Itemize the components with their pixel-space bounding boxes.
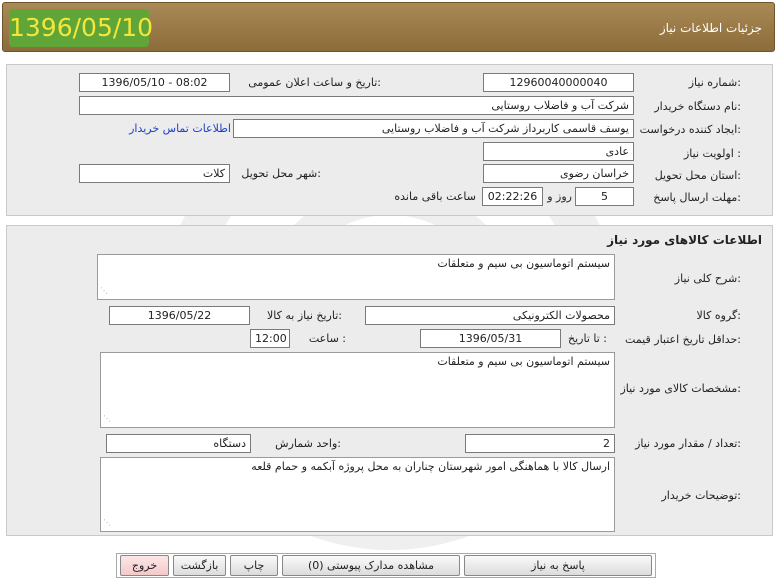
- request-creator-label: ایجاد کننده درخواست:: [639, 123, 741, 136]
- unit-field: دستگاه: [106, 434, 251, 453]
- delivery-city-label: شهر محل تحویل:: [241, 167, 321, 180]
- need-number-label: شماره نیاز:: [688, 76, 741, 89]
- priority-field: عادی: [483, 142, 634, 161]
- buyer-org-label: نام دستگاه خریدار:: [654, 100, 741, 113]
- until-date-label: تا تاریخ :: [568, 332, 607, 345]
- resize-grip-icon: ⋰: [100, 286, 108, 295]
- announce-datetime-label: تاریخ و ساعت اعلان عمومی:: [248, 76, 381, 89]
- summary-label: شرح کلی نیاز:: [674, 272, 741, 285]
- resize-grip-icon: ⋰: [103, 518, 111, 527]
- reply-button[interactable]: پاسخ به نیاز: [464, 555, 652, 576]
- min-price-validity-label: حداقل تاریخ اعتبار قیمت:: [625, 333, 741, 346]
- need-date-field: 1396/05/22: [109, 306, 250, 325]
- buyer-notes-textarea: ارسال کالا با هماهنگی امور شهرستان چنارا…: [100, 457, 615, 532]
- quantity-label: تعداد / مقدار مورد نیاز:: [635, 437, 741, 450]
- announce-datetime-field: 1396/05/10 - 08:02: [79, 73, 230, 92]
- buyer-notes-label: توضیحات خریدار:: [661, 489, 742, 502]
- until-date-field: 1396/05/31: [420, 329, 561, 348]
- unit-label: واحد شمارش:: [275, 437, 341, 450]
- summary-textarea: سیستم اتوماسیون بی سیم و متعلقات ⋰: [97, 254, 615, 300]
- delivery-province-label: استان محل تحویل:: [654, 169, 741, 182]
- delivery-city-field: کلات: [79, 164, 230, 183]
- exit-button[interactable]: خروج: [120, 555, 169, 576]
- time-left-field: 02:22:26: [482, 187, 543, 206]
- date-badge: 1396/05/10: [9, 9, 153, 47]
- goods-group-field: محصولات الکترونیکی: [365, 306, 615, 325]
- goods-group-label: گروه کالا:: [696, 309, 741, 322]
- view-attachments-button[interactable]: مشاهده مدارک پیوستی (0): [282, 555, 460, 576]
- specs-textarea: سیستم اتوماسیون بی سیم و متعلقات ⋰: [100, 352, 615, 428]
- print-button[interactable]: چاپ: [230, 555, 278, 576]
- page-header: 1396/05/10 جزئیات اطلاعات نیاز: [2, 2, 775, 52]
- deadline-days-field: 5: [575, 187, 634, 206]
- buyer-contact-link[interactable]: اطلاعات تماس خریدار: [129, 122, 231, 135]
- days-label: روز و: [547, 190, 572, 203]
- request-creator-field: یوسف قاسمی کاربرداز شرکت آب و فاضلاب روس…: [233, 119, 634, 138]
- time-left-label: ساعت باقی مانده: [394, 190, 476, 203]
- buyer-org-field: شرکت آب و فاضلاب روستایی: [79, 96, 634, 115]
- need-number-field: 1296004000004​0: [483, 73, 634, 92]
- delivery-province-field: خراسان رضوی: [483, 164, 634, 183]
- hour-field: 12:00: [250, 329, 290, 348]
- response-deadline-label: مهلت ارسال پاسخ:: [653, 191, 741, 204]
- resize-grip-icon: ⋰: [103, 414, 111, 423]
- page-title: جزئیات اطلاعات نیاز: [659, 21, 762, 35]
- need-date-label: تاریخ نیاز به کالا:: [267, 309, 342, 322]
- hour-label: ساعت :: [308, 332, 346, 345]
- summary-text: سیستم اتوماسیون بی سیم و متعلقات: [437, 257, 610, 270]
- priority-label: اولویت نیاز :: [683, 147, 741, 160]
- goods-section-title: اطلاعات کالاهای مورد نیاز: [607, 233, 762, 247]
- specs-text: سیستم اتوماسیون بی سیم و متعلقات: [437, 355, 610, 368]
- back-button[interactable]: بازگشت: [173, 555, 226, 576]
- quantity-field: 2: [465, 434, 615, 453]
- buyer-notes-text: ارسال کالا با هماهنگی امور شهرستان چنارا…: [251, 460, 610, 473]
- specs-label: مشخصات کالای مورد نیاز:: [620, 382, 741, 395]
